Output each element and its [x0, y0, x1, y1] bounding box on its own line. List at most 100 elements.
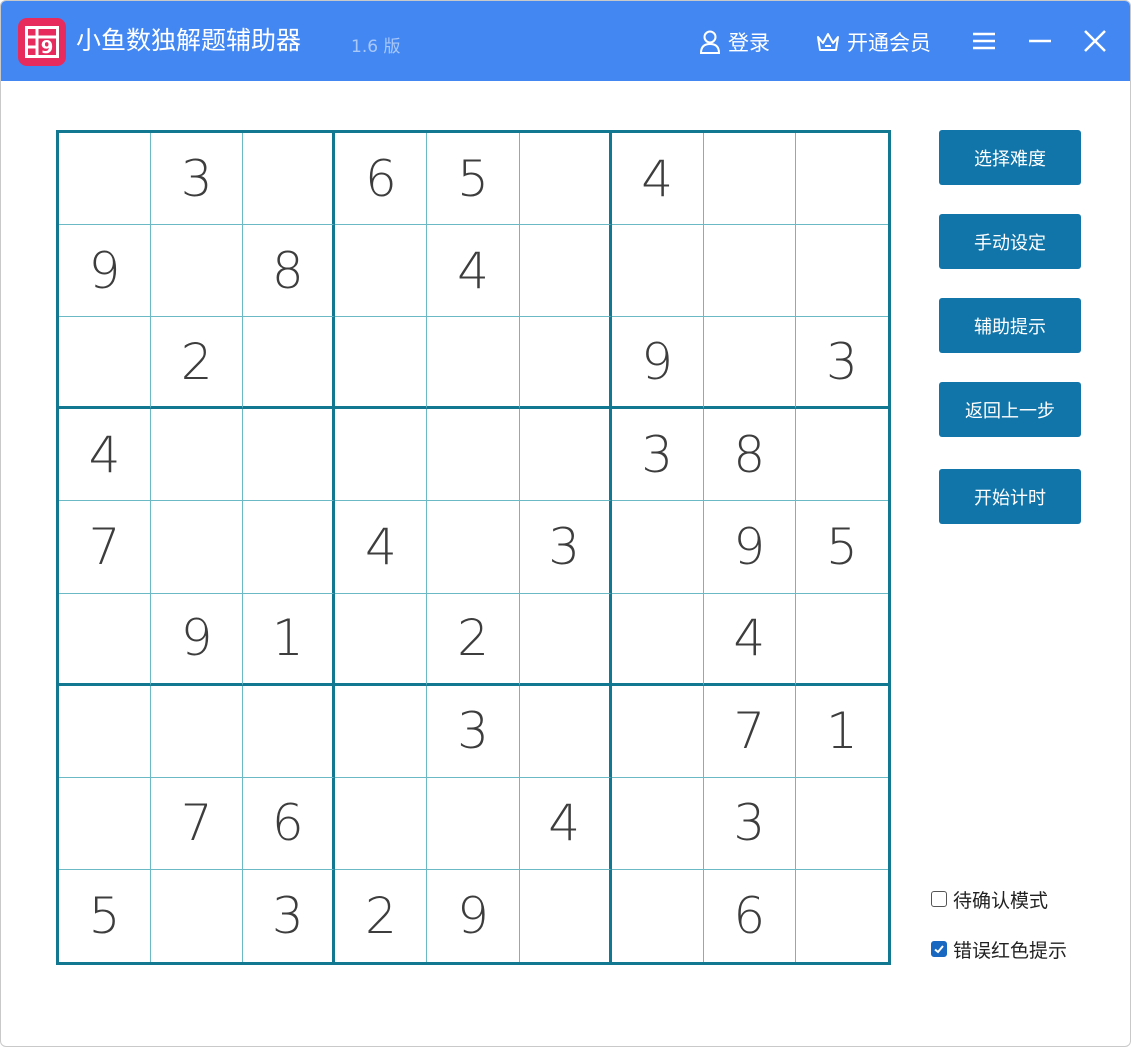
undo-button[interactable]: 返回上一步	[939, 382, 1081, 437]
sudoku-cell-r3c1[interactable]	[59, 317, 152, 410]
sudoku-cell-r6c9[interactable]	[795, 594, 888, 686]
vip-label: 开通会员	[847, 31, 931, 55]
sudoku-cell-r2c2[interactable]	[151, 225, 244, 318]
sudoku-cell-r5c1[interactable]: 7	[59, 501, 152, 594]
sudoku-cell-r9c2[interactable]	[151, 869, 244, 962]
sudoku-cell-r5c7[interactable]	[611, 501, 704, 594]
sudoku-cell-r8c8[interactable]: 3	[703, 777, 796, 870]
hamburger-menu-icon	[973, 32, 995, 50]
crown-icon	[817, 33, 839, 51]
sudoku-cell-r4c9[interactable]	[795, 409, 888, 502]
sudoku-cell-r9c3[interactable]: 3	[243, 869, 336, 962]
close-icon	[1084, 30, 1106, 52]
sudoku-cell-r7c8[interactable]: 7	[703, 685, 796, 778]
sudoku-cell-r9c1[interactable]: 5	[59, 869, 152, 962]
sudoku-cell-r8c4[interactable]	[335, 777, 428, 870]
sudoku-cell-r8c3[interactable]: 6	[243, 777, 336, 870]
sudoku-cell-r6c4[interactable]	[335, 593, 428, 686]
vip-button[interactable]: 开通会员	[815, 25, 931, 59]
sudoku-cell-r4c4[interactable]	[335, 409, 428, 502]
sudoku-cell-r7c3[interactable]	[243, 685, 336, 778]
sudoku-cell-r1c3[interactable]	[243, 133, 336, 226]
sudoku-cell-r2c9[interactable]	[795, 225, 888, 318]
sudoku-cell-r8c7[interactable]	[611, 777, 704, 870]
menu-button[interactable]	[966, 23, 1002, 59]
sudoku-cell-r3c7[interactable]: 9	[611, 317, 704, 410]
sudoku-cell-r5c4[interactable]: 4	[335, 501, 428, 594]
sudoku-cell-r6c6[interactable]	[519, 593, 612, 686]
select-difficulty-button[interactable]: 选择难度	[939, 130, 1081, 185]
sudoku-cell-r5c8[interactable]: 9	[703, 501, 796, 594]
sudoku-cell-r7c9[interactable]: 1	[795, 686, 888, 778]
sudoku-cell-r2c7[interactable]	[611, 225, 704, 318]
sudoku-cell-r6c3[interactable]: 1	[243, 593, 336, 686]
sudoku-cell-r3c8[interactable]	[703, 317, 796, 410]
sudoku-cell-r3c5[interactable]	[427, 317, 520, 410]
sudoku-cell-r4c3[interactable]	[243, 409, 336, 502]
sudoku-cell-r5c5[interactable]	[427, 501, 520, 594]
sudoku-cell-r6c7[interactable]	[611, 593, 704, 686]
sudoku-cell-r9c5[interactable]: 9	[427, 869, 520, 962]
sudoku-cell-r3c3[interactable]	[243, 317, 336, 410]
error-red-hint-checkbox[interactable]	[931, 941, 947, 957]
sudoku-cell-r7c1[interactable]	[59, 685, 152, 778]
close-button[interactable]	[1077, 23, 1113, 59]
minimize-button[interactable]	[1022, 23, 1058, 59]
sudoku-cell-r4c1[interactable]: 4	[59, 409, 152, 502]
sudoku-cell-r1c2[interactable]: 3	[151, 133, 244, 226]
sudoku-cell-r5c6[interactable]: 3	[519, 501, 612, 594]
sudoku-cell-r2c1[interactable]: 9	[59, 225, 152, 318]
sudoku-cell-r3c6[interactable]	[519, 317, 612, 410]
sudoku-cell-r1c1[interactable]	[59, 133, 152, 226]
sudoku-cell-r4c5[interactable]	[427, 409, 520, 502]
sudoku-cell-r9c6[interactable]	[520, 869, 612, 962]
sudoku-cell-r5c2[interactable]	[151, 501, 244, 594]
hint-button[interactable]: 辅助提示	[939, 298, 1081, 353]
sudoku-cell-r1c9[interactable]	[795, 133, 888, 226]
login-button[interactable]: 登录	[698, 25, 770, 59]
sudoku-cell-r2c6[interactable]	[519, 225, 612, 318]
sudoku-cell-r1c4[interactable]: 6	[335, 133, 428, 226]
pending-confirm-mode-option[interactable]: 待确认模式	[931, 886, 1048, 912]
sudoku-cell-r5c3[interactable]	[243, 501, 336, 594]
sudoku-cell-r4c8[interactable]: 8	[703, 409, 796, 502]
sudoku-cell-r3c4[interactable]	[335, 317, 428, 410]
sudoku-cell-r3c2[interactable]: 2	[151, 317, 244, 410]
sudoku-cell-r8c9[interactable]	[795, 778, 888, 870]
sudoku-cell-r6c1[interactable]	[59, 593, 152, 686]
sudoku-cell-r7c6[interactable]	[519, 685, 612, 778]
sudoku-cell-r2c4[interactable]	[335, 225, 428, 318]
sudoku-cell-r7c4[interactable]	[335, 685, 428, 778]
sudoku-cell-r7c5[interactable]: 3	[427, 685, 520, 778]
pending-confirm-mode-checkbox[interactable]	[931, 891, 947, 907]
sudoku-cell-r8c1[interactable]	[59, 777, 152, 870]
sudoku-cell-r1c7[interactable]: 4	[611, 133, 704, 226]
login-label: 登录	[728, 31, 770, 55]
sudoku-cell-r4c7[interactable]: 3	[611, 409, 704, 502]
sudoku-cell-r2c5[interactable]: 4	[427, 225, 520, 318]
sudoku-cell-r1c8[interactable]	[703, 133, 796, 226]
sudoku-cell-r1c6[interactable]	[519, 133, 612, 226]
sudoku-cell-r6c5[interactable]: 2	[427, 593, 520, 686]
sudoku-cell-r8c5[interactable]	[427, 777, 520, 870]
sudoku-cell-r8c2[interactable]: 7	[151, 777, 244, 870]
sudoku-cell-r6c2[interactable]: 9	[151, 593, 244, 686]
sudoku-cell-r7c2[interactable]	[151, 685, 244, 778]
sudoku-cell-r9c7[interactable]	[612, 869, 704, 962]
sudoku-cell-r6c8[interactable]: 4	[703, 593, 796, 686]
sudoku-cell-r2c3[interactable]: 8	[243, 225, 336, 318]
sudoku-cell-r9c8[interactable]: 6	[704, 869, 796, 962]
sudoku-cell-r9c4[interactable]: 2	[335, 869, 428, 962]
manual-setup-button[interactable]: 手动设定	[939, 214, 1081, 269]
error-red-hint-option[interactable]: 错误红色提示	[931, 936, 1067, 962]
sudoku-cell-r4c2[interactable]	[151, 409, 244, 502]
sudoku-cell-r4c6[interactable]	[519, 409, 612, 502]
start-timer-button[interactable]: 开始计时	[939, 469, 1081, 524]
sudoku-cell-r3c9[interactable]: 3	[795, 317, 888, 410]
sudoku-cell-r5c9[interactable]: 5	[795, 501, 888, 594]
sudoku-cell-r2c8[interactable]	[703, 225, 796, 318]
sudoku-cell-r7c7[interactable]	[611, 685, 704, 778]
sudoku-cell-r8c6[interactable]: 4	[519, 777, 612, 870]
sudoku-cell-r1c5[interactable]: 5	[427, 133, 520, 226]
sudoku-cell-r9c9[interactable]	[796, 870, 888, 962]
